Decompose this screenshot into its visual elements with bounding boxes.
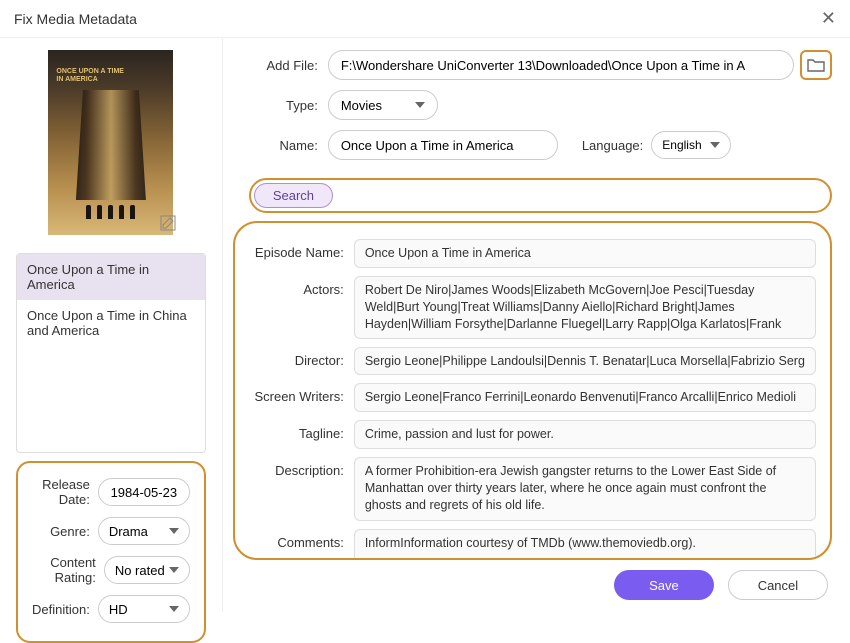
release-date-input[interactable]	[98, 478, 190, 506]
actors-input[interactable]: Robert De Niro|James Woods|Elizabeth McG…	[354, 276, 816, 339]
top-fields: Add File: Type: Movies Name: Language: E…	[233, 50, 832, 170]
tagline-label: Tagline:	[249, 420, 344, 441]
content-rating-label: Content Rating:	[32, 555, 96, 585]
right-panel: Add File: Type: Movies Name: Language: E…	[223, 38, 850, 612]
tagline-input[interactable]: Crime, passion and lust for power.	[354, 420, 816, 449]
name-input[interactable]	[328, 130, 558, 160]
type-label: Type:	[233, 98, 318, 113]
search-results-list: Once Upon a Time in America Once Upon a …	[16, 253, 206, 453]
episode-name-label: Episode Name:	[249, 239, 344, 260]
screenwriters-label: Screen Writers:	[249, 383, 344, 404]
titlebar: Fix Media Metadata ✕	[0, 0, 850, 38]
screenwriters-input[interactable]: Sergio Leone|Franco Ferrini|Leonardo Ben…	[354, 383, 816, 412]
edit-poster-icon[interactable]	[160, 215, 176, 231]
footer: Save Cancel	[233, 560, 832, 600]
window-title: Fix Media Metadata	[14, 11, 137, 27]
left-panel: ONCE UPON A TIMEIN AMERICA Once Upon a T…	[0, 38, 223, 612]
poster-area: ONCE UPON A TIMEIN AMERICA	[16, 50, 206, 235]
folder-icon	[807, 58, 825, 72]
browse-folder-button[interactable]	[800, 50, 832, 80]
search-button-wrap: Search	[249, 178, 832, 213]
type-select[interactable]: Movies	[328, 90, 438, 120]
close-icon[interactable]: ✕	[821, 8, 836, 29]
cancel-button[interactable]: Cancel	[728, 570, 828, 600]
content: ONCE UPON A TIMEIN AMERICA Once Upon a T…	[0, 38, 850, 612]
language-select[interactable]: English	[651, 131, 731, 159]
bottom-metadata-group: Release Date: Genre: Drama Content Ratin…	[16, 461, 206, 643]
add-file-input[interactable]	[328, 50, 794, 80]
definition-label: Definition:	[32, 602, 90, 617]
description-label: Description:	[249, 457, 344, 478]
result-item[interactable]: Once Upon a Time in America	[17, 254, 205, 300]
director-label: Director:	[249, 347, 344, 368]
result-item[interactable]: Once Upon a Time in China and America	[17, 300, 205, 346]
poster-title: ONCE UPON A TIMEIN AMERICA	[56, 68, 124, 83]
actors-label: Actors:	[249, 276, 344, 297]
release-date-label: Release Date:	[32, 477, 90, 507]
genre-select[interactable]: Drama	[98, 517, 190, 545]
comments-input[interactable]: InformInformation courtesy of TMDb (www.…	[354, 529, 816, 560]
definition-select[interactable]: HD	[98, 595, 190, 623]
director-input[interactable]: Sergio Leone|Philippe Landoulsi|Dennis T…	[354, 347, 816, 376]
details-group: Episode Name: Once Upon a Time in Americ…	[233, 221, 832, 560]
save-button[interactable]: Save	[614, 570, 714, 600]
add-file-label: Add File:	[233, 58, 318, 73]
comments-label: Comments:	[249, 529, 344, 550]
content-rating-select[interactable]: No rated	[104, 556, 190, 584]
poster-image: ONCE UPON A TIMEIN AMERICA	[48, 50, 173, 235]
search-button[interactable]: Search	[254, 183, 333, 208]
genre-label: Genre:	[50, 524, 90, 539]
description-input[interactable]: A former Prohibition-era Jewish gangster…	[354, 457, 816, 521]
name-label: Name:	[233, 138, 318, 153]
episode-name-input[interactable]: Once Upon a Time in America	[354, 239, 816, 268]
language-label: Language:	[582, 138, 643, 153]
